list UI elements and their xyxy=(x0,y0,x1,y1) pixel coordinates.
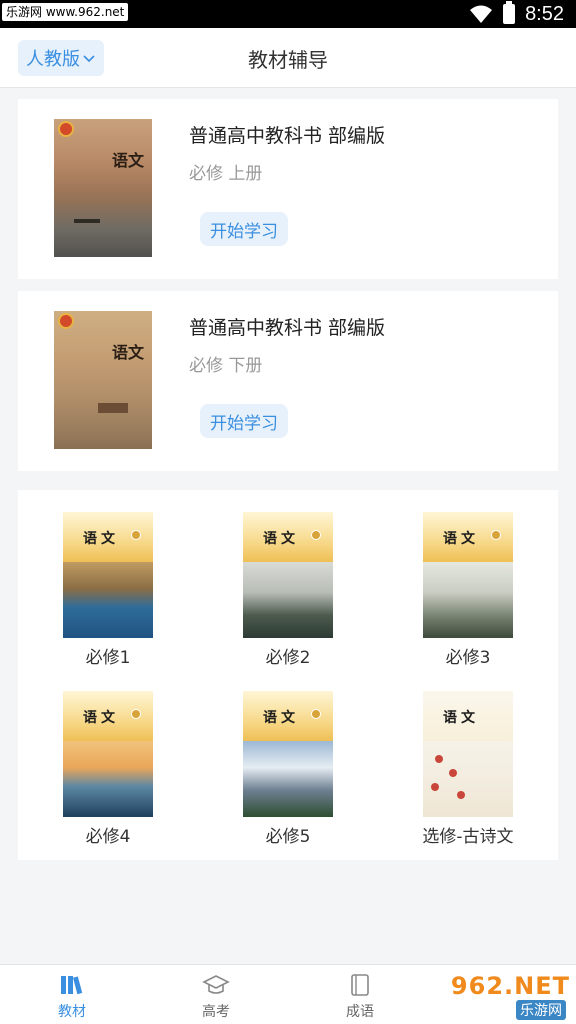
tab-textbooks[interactable]: 教材 xyxy=(0,965,144,1024)
volume-badge-icon xyxy=(311,709,321,719)
temple-illustration xyxy=(98,403,128,413)
start-learning-button[interactable]: 开始学习 xyxy=(200,404,288,438)
grid-book-cover[interactable]: 语文 xyxy=(243,691,333,817)
cover-title: 语文 xyxy=(83,531,119,547)
grid-book-cover[interactable]: 语文 xyxy=(423,691,513,817)
sunset-sea-illustration xyxy=(63,741,153,817)
page-title: 教材辅导 xyxy=(248,48,328,72)
book-card[interactable]: 语文 普通高中教科书 部编版 必修 下册 开始学习 xyxy=(18,291,558,471)
grid-book-label: 必修5 xyxy=(265,827,311,847)
publisher-badge-icon xyxy=(58,313,74,329)
book-icon xyxy=(351,974,369,996)
boat-illustration xyxy=(74,219,100,223)
grid-book-item[interactable]: 语文 必修4 xyxy=(48,691,168,851)
grid-book-cover[interactable]: 语文 xyxy=(243,512,333,638)
volume-badge-icon xyxy=(131,709,141,719)
grid-book-label: 选修-古诗文 xyxy=(422,827,514,847)
book-volume: 必修 下册 xyxy=(189,356,263,376)
tab-gaokao[interactable]: 高考 xyxy=(144,965,288,1024)
book-card[interactable]: 语文 普通高中教科书 部编版 必修 上册 开始学习 xyxy=(18,99,558,279)
book-cover-image[interactable]: 语文 xyxy=(54,119,152,257)
brand-watermark: 962.NET 乐游网 xyxy=(440,972,570,1020)
grid-book-label: 必修4 xyxy=(85,827,131,847)
book-name: 普通高中教科书 部编版 xyxy=(189,125,386,147)
grid-book-item[interactable]: 语文 选修-古诗文 xyxy=(408,691,528,851)
watermark: 乐游网 www.962.net xyxy=(2,3,129,21)
wifi-icon xyxy=(470,5,493,23)
book-volume: 必修 上册 xyxy=(189,164,263,184)
grid-book-cover[interactable]: 语文 xyxy=(63,512,153,638)
cover-title: 语文 xyxy=(443,710,479,726)
cover-title: 语文 xyxy=(263,531,299,547)
volume-badge-icon xyxy=(491,530,501,540)
grid-book-label: 必修2 xyxy=(265,648,311,668)
waterfall-illustration xyxy=(63,562,153,638)
cover-title: 语文 xyxy=(112,151,145,170)
books-icon xyxy=(61,976,83,995)
clock: 8:52 xyxy=(525,3,564,25)
brand-logo: 962.NET xyxy=(450,972,570,1000)
grid-book-item[interactable]: 语文 必修3 xyxy=(408,512,528,672)
volume-badge-icon xyxy=(311,530,321,540)
cover-title: 语文 xyxy=(443,531,479,547)
tab-idioms[interactable]: 成语 xyxy=(288,965,432,1024)
status-icons: 8:52 xyxy=(469,1,564,26)
tab-label: 成语 xyxy=(346,1004,374,1020)
cover-title: 语文 xyxy=(83,710,119,726)
brand-sub: 乐游网 xyxy=(516,1000,566,1020)
cover-title: 语文 xyxy=(263,710,299,726)
grid-book-label: 必修3 xyxy=(445,648,491,668)
snow-mountain-illustration xyxy=(243,741,333,817)
great-wall-illustration xyxy=(423,562,513,638)
textbook-grid: 语文 必修1 语文 必修2 语文 必修3 语文 必修4 语文 必修5 语文 选修… xyxy=(18,490,558,860)
header: 人教版 教材辅导 xyxy=(0,28,576,88)
cover-title: 语文 xyxy=(112,343,145,362)
plum-blossom-illustration xyxy=(423,741,513,817)
gorge-illustration xyxy=(243,562,333,638)
volume-badge-icon xyxy=(131,530,141,540)
tab-label: 高考 xyxy=(202,1004,230,1020)
tab-label: 教材 xyxy=(58,1004,86,1020)
status-bar: 乐游网 www.962.net 8:52 xyxy=(0,0,576,28)
book-cover-image[interactable]: 语文 xyxy=(54,311,152,449)
grid-book-item[interactable]: 语文 必修5 xyxy=(228,691,348,851)
grid-book-item[interactable]: 语文 必修1 xyxy=(48,512,168,672)
start-learning-button[interactable]: 开始学习 xyxy=(200,212,288,246)
battery-icon xyxy=(503,1,516,24)
grid-book-label: 必修1 xyxy=(85,648,131,668)
grid-book-cover[interactable]: 语文 xyxy=(423,512,513,638)
publisher-badge-icon xyxy=(58,121,74,137)
book-name: 普通高中教科书 部编版 xyxy=(189,317,386,339)
grid-book-item[interactable]: 语文 必修2 xyxy=(228,512,348,672)
graduation-cap-icon xyxy=(202,975,230,994)
grid-book-cover[interactable]: 语文 xyxy=(63,691,153,817)
